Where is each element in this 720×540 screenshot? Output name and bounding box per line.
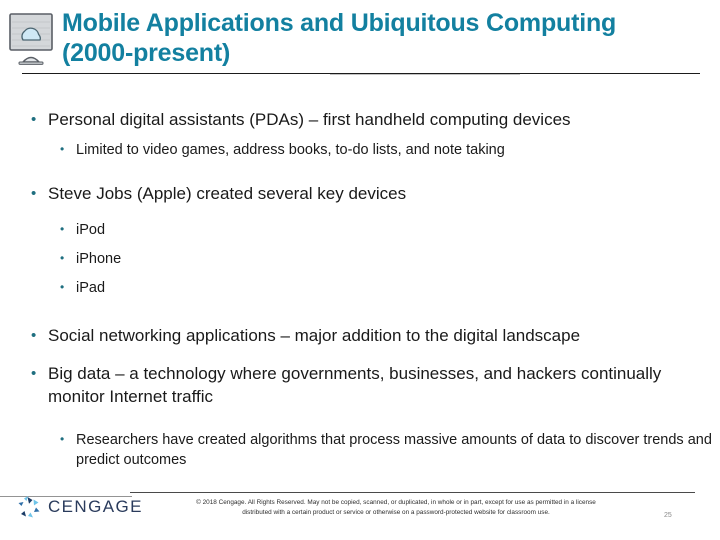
slide-canvas: Mobile Applications and Ubiquitous Compu… xyxy=(0,0,720,540)
cengage-logo: CENGAGE xyxy=(16,494,143,520)
bullet-text: Steve Jobs (Apple) created several key d… xyxy=(48,184,407,203)
bullet-marker: • xyxy=(31,111,37,128)
bullet-item: • Personal digital assistants (PDAs) – f… xyxy=(0,108,720,131)
footer-divider xyxy=(130,492,695,493)
bullet-item: • Steve Jobs (Apple) created several key… xyxy=(0,182,720,205)
bullet-text: Limited to video games, address books, t… xyxy=(76,142,505,158)
bullet-marker: • xyxy=(60,222,65,236)
copyright-line-2: distributed with a certain product or se… xyxy=(242,509,550,516)
bullet-marker: • xyxy=(31,185,37,202)
bullet-text: iPad xyxy=(76,280,106,296)
slide-header: Mobile Applications and Ubiquitous Compu… xyxy=(0,0,720,80)
bullet-marker: • xyxy=(60,432,65,446)
cengage-pinwheel-icon xyxy=(16,494,42,520)
title-divider-accent xyxy=(330,74,520,75)
copyright-notice: © 2018 Cengage. All Rights Reserved. May… xyxy=(136,498,656,518)
bullet-text: Big data – a technology where government… xyxy=(48,364,662,406)
bullet-text: iPod xyxy=(76,222,106,238)
cloud-monitor-icon xyxy=(6,10,58,72)
bullet-item: • iPad xyxy=(0,278,720,298)
bullet-marker: • xyxy=(60,280,65,294)
slide-title: Mobile Applications and Ubiquitous Compu… xyxy=(62,9,617,67)
slide-footer: CENGAGE © 2018 Cengage. All Rights Reser… xyxy=(0,482,720,540)
bullet-text: Social networking applications – major a… xyxy=(48,326,581,345)
cengage-logo-text: CENGAGE xyxy=(48,497,143,516)
bullet-marker: • xyxy=(60,251,65,265)
bullet-text: Researchers have created algorithms that… xyxy=(76,432,712,468)
bullet-text: Personal digital assistants (PDAs) – fir… xyxy=(48,110,571,129)
bullet-item: • Researchers have created algorithms th… xyxy=(0,430,720,470)
bullet-item: • Social networking applications – major… xyxy=(0,324,720,347)
bullet-marker: • xyxy=(60,142,65,156)
bullet-item: • iPod xyxy=(0,220,720,240)
bullet-item: • Big data – a technology where governme… xyxy=(0,362,720,408)
copyright-line-1: © 2018 Cengage. All Rights Reserved. May… xyxy=(196,499,596,506)
slide-body: • Personal digital assistants (PDAs) – f… xyxy=(0,108,720,479)
bullet-marker: • xyxy=(31,327,37,344)
bullet-text: iPhone xyxy=(76,251,122,267)
page-number: 25 xyxy=(664,512,672,519)
bullet-marker: • xyxy=(31,365,37,382)
bullet-item: • iPhone xyxy=(0,249,720,269)
bullet-item: • Limited to video games, address books,… xyxy=(0,140,720,160)
